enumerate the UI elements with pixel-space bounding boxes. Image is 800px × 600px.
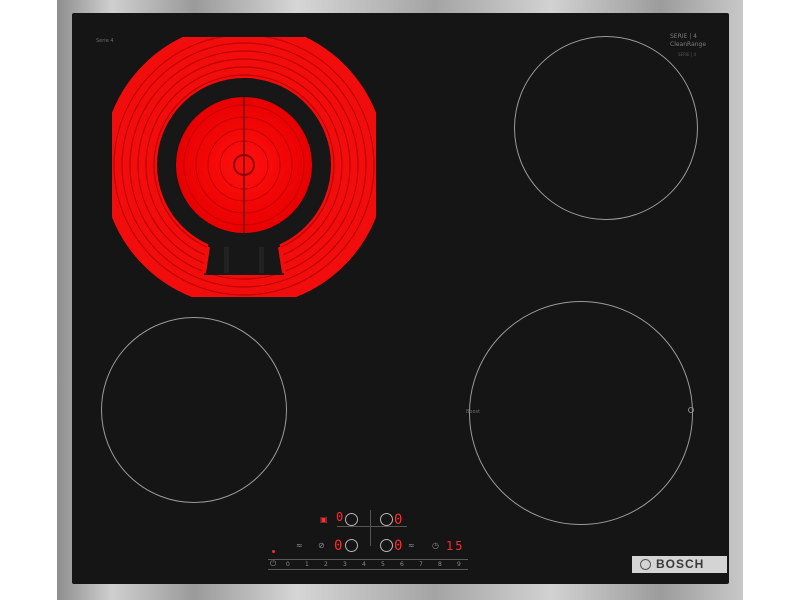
slider-label-2: 2 (324, 561, 328, 568)
slider-label-4: 4 (362, 561, 366, 568)
cooking-zone-top-right[interactable] (514, 36, 698, 220)
brand-name: BOSCH (656, 557, 705, 571)
series-badge-line1: SERIE | 4 (670, 33, 697, 40)
boost-icon-right[interactable]: ≈ (408, 542, 415, 550)
slider-label-7: 7 (419, 561, 423, 568)
select-zone-front-left[interactable] (345, 539, 358, 552)
boost-icon[interactable]: ≈ (296, 542, 303, 550)
series-mark: Serie 4 (96, 38, 114, 44)
wipe-protection-icon[interactable]: ⊘ (318, 542, 325, 550)
brand-plate: BOSCH (632, 556, 727, 573)
cooking-zone-bottom-left[interactable] (101, 317, 287, 503)
slider-label-0: 0 (286, 561, 290, 568)
active-dual-cooking-zone (112, 37, 376, 297)
power-level-slider[interactable]: 0 1 2 3 4 5 6 7 8 9 (268, 559, 468, 570)
zone-selector-vertical-line (370, 510, 371, 546)
timer-display: 15 (446, 539, 465, 553)
slider-label-9: 9 (457, 561, 461, 568)
slider-label-3: 3 (343, 561, 347, 568)
select-zone-rear-left[interactable] (345, 513, 358, 526)
slider-label-6: 6 (400, 561, 404, 568)
display-rear-right: 0 (394, 512, 403, 528)
series-badge-line3: SERIE | 4 (678, 52, 696, 57)
zone-bottom-right-label: Boost (466, 409, 481, 415)
display-front-left: 0 (334, 538, 343, 554)
select-zone-rear-right[interactable] (380, 513, 393, 526)
zone-extension-marker-icon (688, 407, 694, 413)
slider-label-1: 1 (305, 561, 309, 568)
slider-label-5: 5 (381, 561, 385, 568)
timer-icon[interactable]: ◷ (432, 542, 439, 550)
select-zone-front-right[interactable] (380, 539, 393, 552)
slider-label-8: 8 (438, 561, 442, 568)
child-lock-icon[interactable]: ▣ (320, 516, 328, 524)
power-indicator-led (272, 550, 275, 553)
bosch-logo-icon (640, 559, 651, 570)
display-rear-left: 0 (336, 510, 344, 524)
display-front-right: 0 (394, 538, 403, 554)
series-badge-line2: CleanRange (670, 41, 707, 48)
cooking-zone-bottom-right[interactable] (469, 301, 693, 525)
